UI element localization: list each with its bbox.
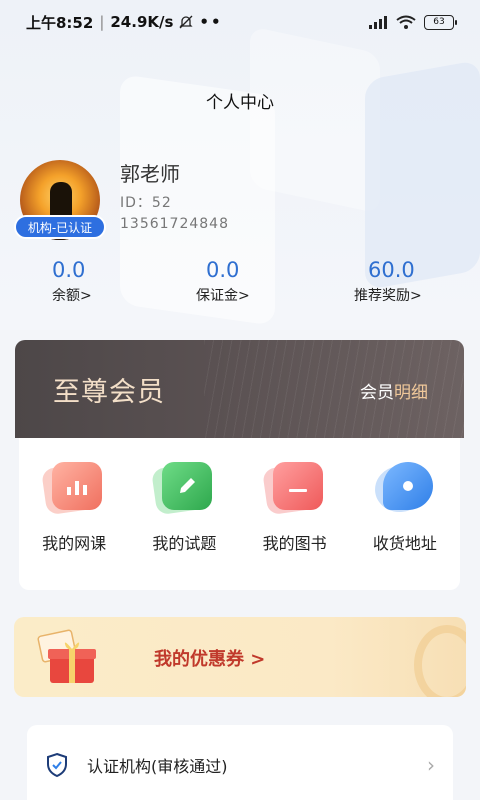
exam-edit-icon [151,460,214,516]
stat-referral-reward[interactable]: 60.0 推荐奖励> [354,258,422,305]
shortcut-label: 我的试题 [152,534,217,553]
page-title: 个人中心 [206,93,274,113]
course-chart-icon [41,460,104,516]
status-more-dots: •• [199,13,223,31]
vip-title: 至尊会员 [53,377,165,408]
shortcut-label: 收货地址 [372,534,437,553]
stat-value: 0.0 [52,258,86,282]
verified-badge: 机构-已认证 [14,215,106,239]
stat-label: 余额> [52,288,92,304]
menu-list: 认证机构(审核通过) › [27,725,453,800]
shield-check-icon [47,752,67,778]
status-separator: | [99,13,105,31]
book-icon [261,460,325,516]
gift-box-icon [37,629,96,683]
user-name: 郭老师 [120,162,180,186]
status-time: 上午8:52 [26,13,94,32]
shortcut-shipping-address[interactable]: 收货地址 [355,460,455,590]
decorative-coin [414,625,466,697]
vip-detail-link[interactable]: 会员明细 [360,378,428,403]
mute-bell-icon [179,15,193,29]
battery-level: 63 [433,17,445,27]
shortcut-grid: 我的网课 我的试题 我的图书 收货地址 [19,438,460,590]
shortcut-my-courses[interactable]: 我的网课 [24,460,124,590]
status-bar: 上午8:52 | 24.9K/s •• 63 [0,0,480,44]
vip-card[interactable]: 至尊会员 会员明细 [15,340,464,438]
stat-value: 60.0 [368,258,415,282]
signal-icon [369,16,387,29]
stat-balance[interactable]: 0.0 余额> [52,258,92,305]
stat-label: 推荐奖励> [354,288,422,304]
shortcut-my-books[interactable]: 我的图书 [245,460,345,590]
stat-value: 0.0 [206,258,240,282]
stat-deposit[interactable]: 0.0 保证金> [196,258,250,305]
shortcut-label: 我的网课 [42,534,107,553]
stat-label: 保证金> [196,288,250,304]
shortcut-my-exams[interactable]: 我的试题 [134,460,234,590]
user-id: ID：52 [120,195,172,211]
status-network-speed: 24.9K/s [110,13,174,31]
shortcut-label: 我的图书 [262,534,327,553]
wifi-icon [396,15,416,29]
menu-item-certified-institution[interactable]: 认证机构(审核通过) › [27,743,453,787]
coupon-label: 我的优惠券 > [154,649,266,670]
coupon-banner[interactable]: 我的优惠券 > [14,617,466,697]
chevron-right-icon: › [427,753,435,777]
battery-icon: 63 [424,14,457,30]
menu-item-label: 认证机构(审核通过) [87,757,228,776]
location-pin-icon [371,460,435,516]
user-phone: 13561724848 [120,216,229,232]
